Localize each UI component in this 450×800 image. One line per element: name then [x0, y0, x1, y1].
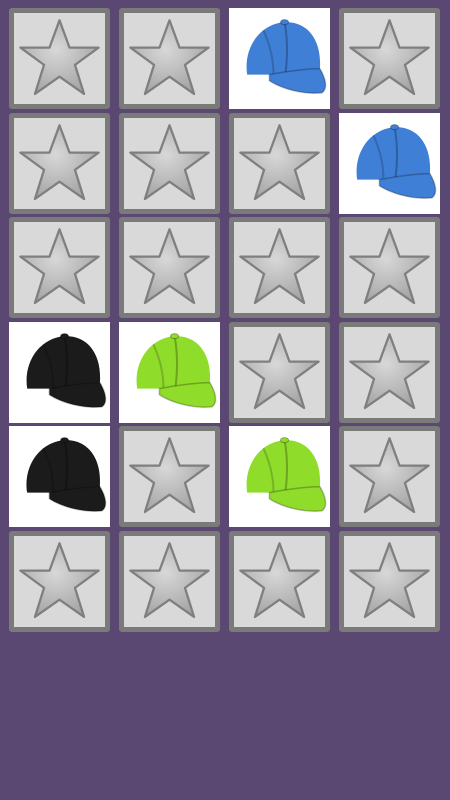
star-icon	[234, 536, 325, 627]
card-face-down[interactable]	[339, 531, 440, 632]
star-icon	[14, 13, 105, 104]
cap-icon	[229, 426, 330, 527]
star-icon	[234, 222, 325, 313]
cap-icon	[119, 322, 220, 423]
star-icon	[234, 118, 325, 209]
card-face-down[interactable]	[119, 8, 220, 109]
card-face-down[interactable]	[119, 217, 220, 318]
card-face-down[interactable]	[9, 8, 110, 109]
card-face-down[interactable]	[339, 426, 440, 527]
star-icon	[344, 536, 435, 627]
card-face-down[interactable]	[119, 531, 220, 632]
card-face-up[interactable]	[229, 426, 330, 527]
star-icon	[124, 536, 215, 627]
star-icon	[124, 222, 215, 313]
card-face-down[interactable]	[119, 426, 220, 527]
card-face-down[interactable]	[119, 113, 220, 214]
cap-icon	[339, 113, 440, 214]
card-face-up[interactable]	[9, 426, 110, 527]
cap-icon	[9, 426, 110, 527]
star-icon	[14, 118, 105, 209]
card-face-up[interactable]	[339, 113, 440, 214]
card-face-down[interactable]	[339, 217, 440, 318]
card-face-down[interactable]	[9, 113, 110, 214]
card-face-down[interactable]	[229, 113, 330, 214]
card-face-up[interactable]	[9, 322, 110, 423]
star-icon	[124, 13, 215, 104]
star-icon	[14, 536, 105, 627]
card-face-down[interactable]	[9, 217, 110, 318]
star-icon	[344, 222, 435, 313]
card-face-down[interactable]	[339, 8, 440, 109]
star-icon	[14, 222, 105, 313]
star-icon	[234, 327, 325, 418]
card-face-down[interactable]	[229, 531, 330, 632]
star-icon	[344, 431, 435, 522]
star-icon	[344, 13, 435, 104]
star-icon	[124, 118, 215, 209]
card-face-up[interactable]	[229, 8, 330, 109]
memory-game-board	[0, 0, 450, 640]
card-face-down[interactable]	[9, 531, 110, 632]
card-face-up[interactable]	[119, 322, 220, 423]
cap-icon	[229, 8, 330, 109]
card-face-down[interactable]	[229, 217, 330, 318]
star-icon	[124, 431, 215, 522]
card-face-down[interactable]	[339, 322, 440, 423]
cap-icon	[9, 322, 110, 423]
star-icon	[344, 327, 435, 418]
card-face-down[interactable]	[229, 322, 330, 423]
